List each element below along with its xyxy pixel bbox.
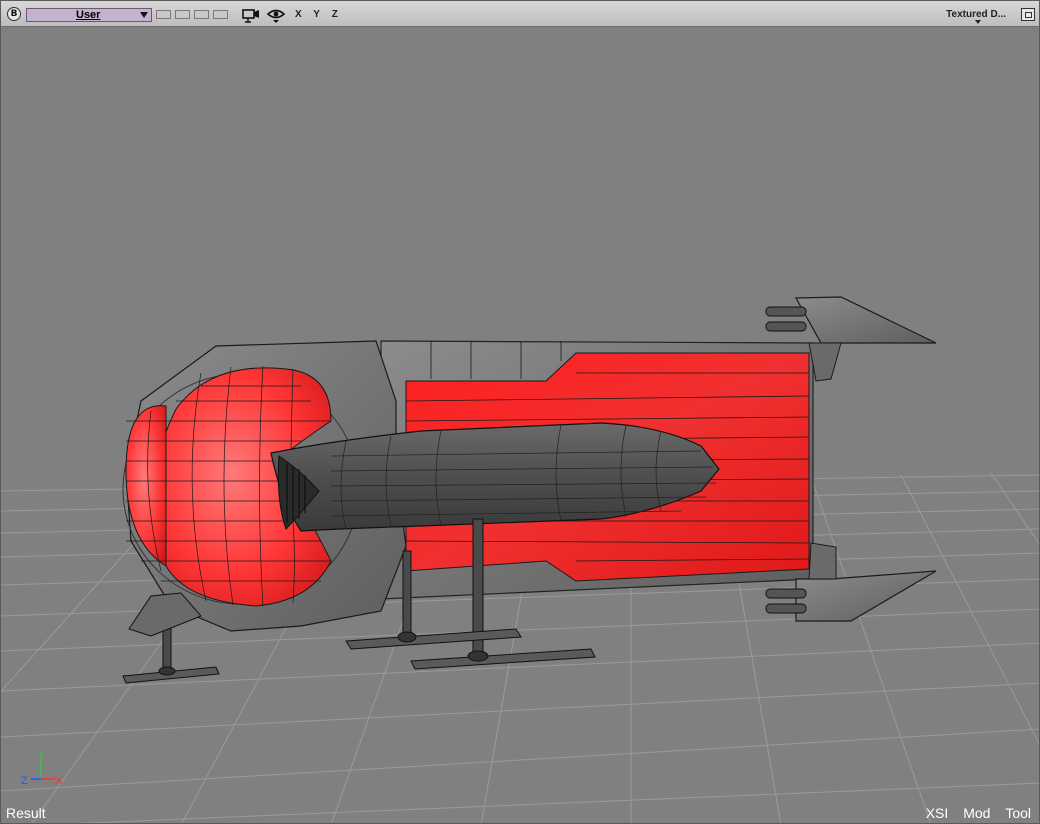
memo-slot-2[interactable]	[175, 10, 190, 19]
camera-dropdown[interactable]: User	[26, 8, 152, 22]
mode-buttons: XSI Mod Tool	[919, 805, 1031, 821]
display-mode-menu[interactable]: Textured D...	[946, 9, 1006, 20]
memo-slot-4[interactable]	[213, 10, 228, 19]
scene-canvas[interactable]	[1, 27, 1040, 824]
memo-slot-1[interactable]	[156, 10, 171, 19]
axis-toggle-y[interactable]: Y	[313, 9, 324, 20]
eye-icon[interactable]	[266, 7, 286, 23]
axis-y-label: Y	[37, 749, 45, 761]
maximize-icon[interactable]	[1021, 8, 1035, 21]
viewport-toolbar: B User X Y Z Textured D...	[1, 1, 1039, 27]
camera-dropdown-label: User	[76, 9, 101, 21]
memo-slot-3[interactable]	[194, 10, 209, 19]
axis-z-label: Z	[21, 775, 28, 787]
tool-mode-button[interactable]: Tool	[1005, 805, 1031, 821]
axis-toggle-z[interactable]: Z	[332, 9, 342, 20]
xsi-mode-button[interactable]: XSI	[926, 805, 949, 821]
axis-toggle-x[interactable]: X	[295, 9, 306, 20]
display-mode-caret-icon	[975, 20, 981, 24]
axis-toggle-group: X Y Z	[295, 9, 343, 20]
viewport[interactable]: B User X Y Z Textured D... Y Z X Result …	[0, 0, 1040, 824]
viewport-b-button[interactable]: B	[7, 7, 21, 21]
result-label: Result	[6, 805, 46, 821]
mod-mode-button[interactable]: Mod	[963, 805, 990, 821]
camera-icon[interactable]	[241, 7, 261, 23]
axis-gizmo: Y Z X	[21, 749, 63, 787]
chevron-down-icon	[140, 12, 148, 18]
axis-x-label: X	[55, 775, 63, 787]
